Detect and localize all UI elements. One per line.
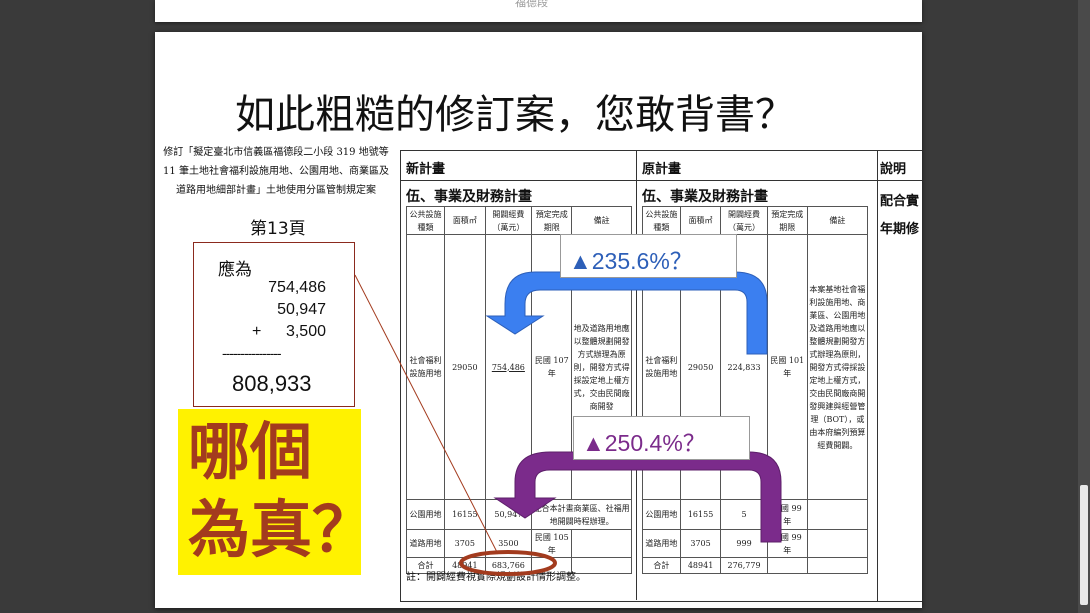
scrollbar-thumb[interactable] (1080, 485, 1088, 605)
increase-badge-1-text: ▲235.6%？ (569, 248, 693, 274)
increase-badge-2: ▲250.4%？ (573, 416, 750, 460)
connector-line (354, 274, 499, 555)
previous-slide-text: 福德段 (515, 0, 548, 9)
increase-badge-2-text: ▲250.4%？ (582, 430, 706, 456)
annotation-overlay (354, 271, 782, 576)
blue-arrow (485, 271, 768, 355)
total-highlight-ellipse (459, 550, 557, 576)
purple-arrow (493, 451, 782, 543)
previous-slide: 福德段 (155, 0, 922, 22)
increase-badge-1: ▲235.6%？ (560, 234, 737, 278)
current-slide: 如此粗糙的修訂案，您敢背書？ 修訂「擬定臺北市信義區福德段二小段 319 地號等… (155, 32, 922, 608)
